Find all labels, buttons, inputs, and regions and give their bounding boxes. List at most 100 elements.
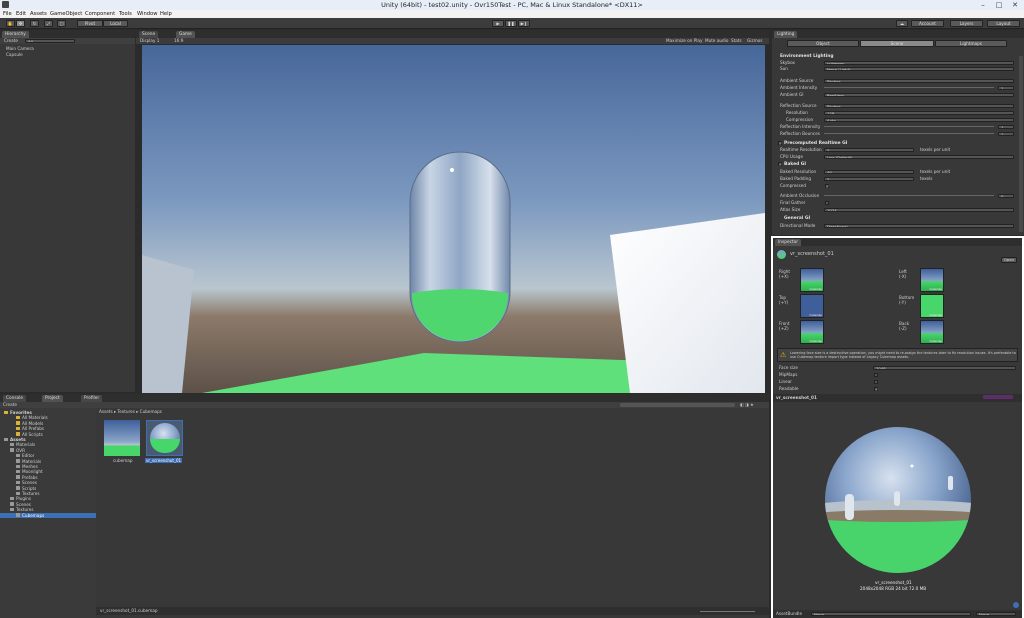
ambient-occlusion-value[interactable]: 0	[998, 193, 1014, 198]
menu-edit[interactable]: Edit	[16, 11, 26, 17]
tab-hierarchy[interactable]: Hierarchy	[2, 31, 29, 38]
open-button[interactable]: Open	[1001, 257, 1017, 263]
general-gi-header[interactable]: General GI	[784, 216, 810, 221]
rotate-tool-icon[interactable]: ↻	[30, 20, 39, 27]
face-top-thumbnail[interactable]: Cubemap	[800, 294, 824, 318]
project-create-button[interactable]: Create	[3, 402, 17, 407]
lighting-tab-object[interactable]: Object	[787, 40, 859, 47]
lighting-tab-scene[interactable]: Scene	[860, 40, 934, 47]
face-bottom-thumbnail[interactable]: Cubemap	[920, 294, 944, 318]
reflection-source-dropdown[interactable]: Skybox	[824, 103, 1014, 108]
hierarchy-item-main-camera[interactable]: Main Camera	[6, 46, 34, 51]
tree-item[interactable]: Moonlight	[0, 469, 96, 474]
step-button[interactable]: ▶❙	[518, 20, 530, 27]
tab-console[interactable]: Console	[3, 395, 27, 402]
lighting-scrollbar[interactable]	[1019, 56, 1023, 232]
maximize-on-play-toggle[interactable]: Maximize on Play	[666, 38, 702, 43]
hierarchy-item-capsule[interactable]: Capsule	[6, 52, 23, 57]
directional-mode-dropdown[interactable]: Directional	[824, 223, 1014, 228]
assetbundle-dropdown[interactable]: None	[811, 611, 971, 616]
project-search-input[interactable]	[620, 402, 735, 407]
reflection-bounces-slider[interactable]	[824, 133, 994, 134]
cpu-usage-dropdown[interactable]: Low (Default)	[824, 154, 1014, 159]
game-viewport[interactable]	[142, 45, 765, 393]
account-dropdown[interactable]: Account	[911, 20, 944, 27]
tree-item[interactable]: Assets	[0, 437, 96, 442]
readable-checkbox[interactable]: ✓	[874, 386, 878, 391]
tree-item[interactable]: Textures	[0, 507, 96, 512]
hierarchy-search-input[interactable]: All	[25, 38, 75, 43]
aspect-dropdown[interactable]: 16:9	[174, 38, 183, 43]
sun-field[interactable]: None (Light)	[824, 66, 1014, 71]
hierarchy-create-button[interactable]: Create	[4, 38, 18, 43]
layers-dropdown[interactable]: Layers	[950, 20, 983, 27]
menu-tools[interactable]: Tools	[119, 11, 132, 17]
final-gather-checkbox[interactable]	[825, 200, 829, 205]
tree-item[interactable]: OVR	[0, 448, 96, 453]
mipmaps-checkbox[interactable]	[874, 372, 878, 377]
thumbnail-size-slider[interactable]	[700, 611, 755, 612]
precomputed-gi-checkbox[interactable]: ✓	[778, 141, 782, 146]
compressed-checkbox[interactable]: ✓	[825, 183, 829, 188]
layout-dropdown[interactable]: Layout	[987, 20, 1020, 27]
tree-item[interactable]: Textures	[0, 491, 96, 496]
reflection-intensity-value[interactable]: 1	[998, 124, 1014, 129]
tab-scene[interactable]: Scene	[139, 31, 159, 38]
tree-item[interactable]: Editor	[0, 453, 96, 458]
pivot-toggle[interactable]: Pivot	[77, 20, 103, 27]
ambient-occlusion-slider[interactable]	[824, 195, 994, 196]
menu-assets[interactable]: Assets	[30, 11, 47, 17]
realtime-resolution-field[interactable]: 2	[824, 147, 914, 152]
skybox-field[interactable]: cubemap	[824, 60, 1014, 65]
ambient-intensity-value[interactable]: 1	[998, 85, 1014, 90]
reflection-bounces-value[interactable]: 1	[998, 131, 1014, 136]
face-front-thumbnail[interactable]: Cubemap	[800, 320, 824, 344]
face-right-thumbnail[interactable]: Cubemap	[800, 268, 824, 292]
tab-inspector[interactable]: Inspector	[775, 239, 802, 246]
minimize-button[interactable]: –	[976, 0, 990, 10]
face-size-dropdown[interactable]: 2048	[873, 365, 1016, 370]
filter-icon[interactable]: ◧ ◨ ★	[740, 402, 754, 407]
tab-profiler[interactable]: Profiler	[81, 395, 103, 402]
mute-audio-toggle[interactable]: Mute audio	[705, 38, 728, 43]
baked-padding-field[interactable]: 2	[824, 176, 914, 181]
tree-item[interactable]: All Scripts	[0, 432, 96, 437]
env-lighting-header[interactable]: Environment Lighting	[780, 54, 834, 59]
asset-vr-screenshot-label[interactable]: vr_screenshot_01	[145, 458, 183, 463]
play-button[interactable]: ▶	[492, 20, 504, 27]
move-tool-icon[interactable]: ✥	[16, 20, 25, 27]
atlas-size-dropdown[interactable]: 1024	[824, 207, 1014, 212]
cubemap-preview-sphere[interactable]	[823, 424, 973, 576]
resolution-dropdown[interactable]: 128	[824, 110, 1014, 115]
baked-gi-header[interactable]: Baked GI	[784, 162, 806, 167]
assetbundle-variant-dropdown[interactable]: None	[976, 611, 1016, 616]
ambient-source-dropdown[interactable]: Skybox	[824, 78, 1014, 83]
menu-window[interactable]: Window	[137, 11, 157, 17]
preview-slider-icon[interactable]	[983, 395, 1013, 399]
asset-cubemap-thumbnail[interactable]	[104, 420, 140, 456]
menu-component[interactable]: Component	[85, 11, 115, 17]
display-dropdown[interactable]: Display 1	[140, 38, 159, 43]
hand-tool-icon[interactable]: ✋	[6, 20, 15, 27]
asset-vr-screenshot-thumbnail[interactable]	[146, 420, 183, 456]
baked-gi-checkbox[interactable]: ✓	[778, 162, 782, 167]
ambient-intensity-slider[interactable]	[824, 87, 994, 88]
tree-item[interactable]: All Models	[0, 421, 96, 426]
preview-corner-icon[interactable]	[1013, 602, 1019, 608]
tree-item[interactable]: Scenes	[0, 480, 96, 485]
tree-item[interactable]: Plugins	[0, 496, 96, 501]
menu-help[interactable]: Help	[160, 11, 172, 17]
gizmos-toggle[interactable]: Gizmos	[747, 38, 762, 43]
tab-game[interactable]: Game	[176, 31, 195, 38]
rect-tool-icon[interactable]: ▢	[57, 20, 66, 27]
face-left-thumbnail[interactable]: Cubemap	[920, 268, 944, 292]
local-toggle[interactable]: Local	[103, 20, 128, 27]
stats-toggle[interactable]: Stats	[731, 38, 742, 43]
pause-button[interactable]: ❚❚	[505, 20, 517, 27]
tab-project[interactable]: Project	[42, 395, 63, 402]
tree-item[interactable]: Cubemaps	[0, 512, 96, 518]
tab-lighting[interactable]: Lighting	[774, 31, 798, 38]
reflection-intensity-slider[interactable]	[824, 126, 994, 127]
baked-resolution-field[interactable]: 40	[824, 169, 914, 174]
linear-checkbox[interactable]	[874, 379, 878, 384]
